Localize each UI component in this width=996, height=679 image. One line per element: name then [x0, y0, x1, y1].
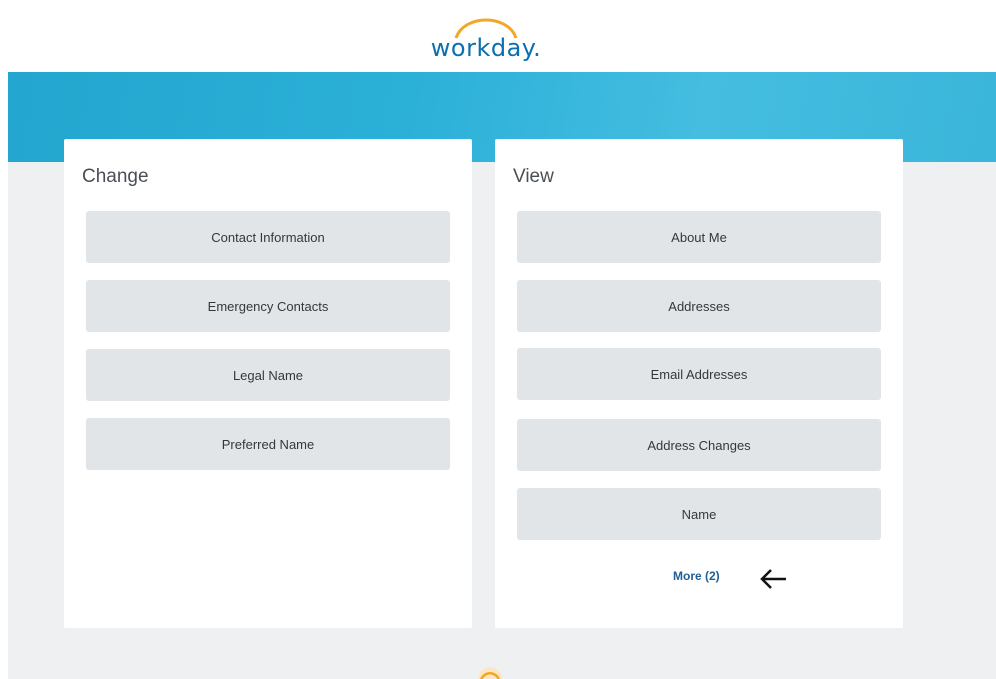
view-name-button[interactable]: Name	[517, 488, 881, 540]
change-legal-name-button[interactable]: Legal Name	[86, 349, 450, 401]
view-card-title: View	[513, 166, 554, 187]
change-emergency-contacts-button[interactable]: Emergency Contacts	[86, 280, 450, 332]
view-address-changes-button[interactable]: Address Changes	[517, 419, 881, 471]
view-card: View About Me Addresses Email Addresses …	[495, 139, 903, 628]
change-preferred-name-button[interactable]: Preferred Name	[86, 418, 450, 470]
logo-wordmark: workday.	[430, 34, 542, 62]
arrow-left-icon	[760, 569, 786, 589]
top-header: workday.	[0, 0, 996, 72]
change-card-title: Change	[82, 166, 149, 187]
workday-mark-icon	[470, 662, 510, 679]
view-addresses-button[interactable]: Addresses	[517, 280, 881, 332]
workday-logo[interactable]: workday.	[426, 10, 546, 66]
more-link[interactable]: More (2)	[673, 569, 720, 583]
change-contact-information-button[interactable]: Contact Information	[86, 211, 450, 263]
view-about-me-button[interactable]: About Me	[517, 211, 881, 263]
change-card: Change Contact Information Emergency Con…	[64, 139, 472, 628]
view-email-addresses-button[interactable]: Email Addresses	[517, 348, 881, 400]
